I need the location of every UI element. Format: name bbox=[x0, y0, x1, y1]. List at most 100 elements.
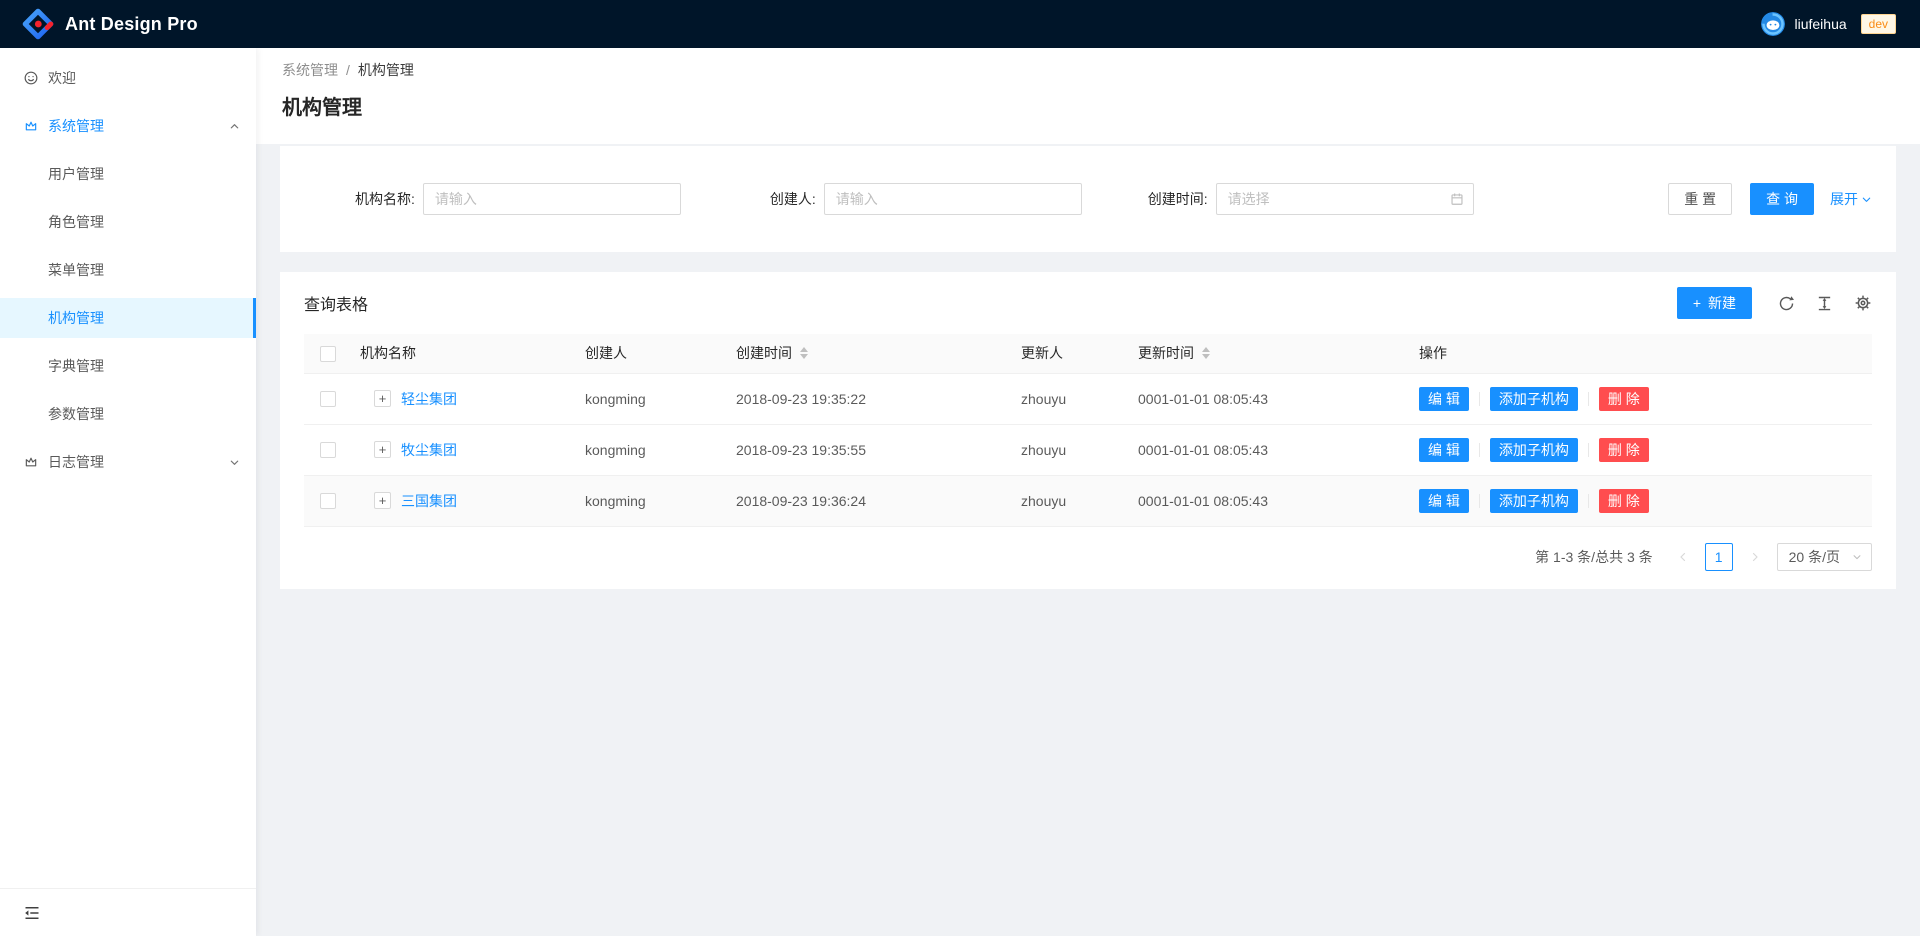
reload-icon[interactable] bbox=[1778, 295, 1795, 312]
sidebar-item-role-mgmt[interactable]: 角色管理 bbox=[0, 202, 256, 242]
sidebar-item-param-mgmt[interactable]: 参数管理 bbox=[0, 394, 256, 434]
reset-button[interactable]: 重 置 bbox=[1668, 183, 1732, 215]
sidebar-item-label: 角色管理 bbox=[48, 212, 104, 232]
pagination: 第 1-3 条/总共 3 条 1 20 条/页 bbox=[280, 527, 1896, 589]
org-name-link[interactable]: 牧尘集团 bbox=[401, 440, 457, 460]
search-button[interactable]: 查 询 bbox=[1750, 183, 1814, 215]
creator-input[interactable] bbox=[824, 183, 1082, 215]
page-size-label: 20 条/页 bbox=[1789, 547, 1840, 567]
org-name-link[interactable]: 三国集团 bbox=[401, 491, 457, 511]
edit-button[interactable]: 编 辑 bbox=[1419, 387, 1469, 411]
new-button-label: 新建 bbox=[1708, 293, 1736, 313]
column-header-creator: 创建人 bbox=[577, 334, 728, 373]
logo-area[interactable]: Ant Design Pro bbox=[22, 8, 198, 40]
org-name-cell: + 三国集团 bbox=[352, 475, 577, 526]
org-name-cell: + 牧尘集团 bbox=[352, 424, 577, 475]
row-checkbox[interactable] bbox=[320, 442, 336, 458]
user-menu[interactable]: liufeihua dev bbox=[1761, 12, 1896, 36]
next-page-icon[interactable] bbox=[1741, 543, 1769, 571]
table-row: + 三国集团 kongming 2018-09-23 19:36:24 zhou… bbox=[304, 475, 1872, 526]
breadcrumb-item-system[interactable]: 系统管理 bbox=[282, 60, 338, 80]
menu-fold-icon[interactable] bbox=[24, 905, 40, 921]
updater-cell: zhouyu bbox=[1013, 424, 1130, 475]
sidebar-item-org-mgmt[interactable]: 机构管理 bbox=[0, 298, 256, 338]
sidebar-item-label: 欢迎 bbox=[48, 68, 76, 88]
sorter-icon[interactable] bbox=[800, 347, 808, 359]
table-card-title: 查询表格 bbox=[304, 291, 368, 315]
row-checkbox[interactable] bbox=[320, 493, 336, 509]
expand-row-icon[interactable]: + bbox=[374, 441, 391, 458]
creator-cell: kongming bbox=[577, 475, 728, 526]
vertical-divider bbox=[1479, 392, 1480, 406]
vertical-divider bbox=[1588, 392, 1589, 406]
edit-button[interactable]: 编 辑 bbox=[1419, 438, 1469, 462]
sidebar-item-label: 机构管理 bbox=[48, 308, 104, 328]
actions-cell: 编 辑 添加子机构 删 除 bbox=[1419, 424, 1872, 475]
expand-row-icon[interactable]: + bbox=[374, 492, 391, 509]
add-child-org-button[interactable]: 添加子机构 bbox=[1490, 489, 1578, 513]
setting-icon[interactable] bbox=[1854, 294, 1872, 312]
sidebar-item-label: 用户管理 bbox=[48, 164, 104, 184]
sidebar-item-label: 日志管理 bbox=[48, 452, 104, 472]
chevron-down-icon bbox=[229, 457, 240, 468]
create-time-cell: 2018-09-23 19:35:55 bbox=[728, 424, 1013, 475]
row-checkbox[interactable] bbox=[320, 391, 336, 407]
username[interactable]: liufeihua bbox=[1794, 16, 1846, 32]
sidebar: 欢迎 系统管理 用户管理 角色管理 菜单管理 bbox=[0, 48, 256, 936]
create-time-datepicker[interactable] bbox=[1216, 183, 1474, 215]
table-card: 查询表格 + 新建 bbox=[280, 272, 1896, 589]
vertical-divider bbox=[1588, 494, 1589, 508]
org-name-cell: + 轻尘集团 bbox=[352, 373, 577, 424]
sidebar-item-log-mgmt[interactable]: 日志管理 bbox=[0, 442, 256, 482]
filter-field-creator: 创建人: bbox=[770, 183, 1082, 215]
chevron-down-icon bbox=[1852, 552, 1862, 562]
new-button[interactable]: + 新建 bbox=[1677, 287, 1752, 319]
crown-icon bbox=[24, 455, 38, 469]
sidebar-item-label: 字典管理 bbox=[48, 356, 104, 376]
create-time-input[interactable] bbox=[1216, 183, 1474, 215]
edit-button[interactable]: 编 辑 bbox=[1419, 489, 1469, 513]
add-child-org-button[interactable]: 添加子机构 bbox=[1490, 438, 1578, 462]
sidebar-item-dict-mgmt[interactable]: 字典管理 bbox=[0, 346, 256, 386]
delete-button[interactable]: 删 除 bbox=[1599, 387, 1649, 411]
toolbar-actions: + 新建 bbox=[1677, 287, 1872, 319]
add-child-org-button[interactable]: 添加子机构 bbox=[1490, 387, 1578, 411]
filter-card: 机构名称: 创建人: 创建时间: bbox=[280, 146, 1896, 252]
table-row: + 轻尘集团 kongming 2018-09-23 19:35:22 zhou… bbox=[304, 373, 1872, 424]
column-header-create-time[interactable]: 创建时间 bbox=[728, 334, 1013, 373]
vertical-divider bbox=[1479, 443, 1480, 457]
delete-button[interactable]: 删 除 bbox=[1599, 489, 1649, 513]
avatar[interactable] bbox=[1761, 12, 1785, 36]
column-header-actions: 操作 bbox=[1419, 334, 1872, 373]
delete-button[interactable]: 删 除 bbox=[1599, 438, 1649, 462]
table-header-row: 机构名称 创建人 创建时间 更新人 更新时间 操作 bbox=[304, 334, 1872, 373]
breadcrumb-separator: / bbox=[346, 60, 350, 80]
column-header-update-time[interactable]: 更新时间 bbox=[1130, 334, 1419, 373]
select-all-checkbox[interactable] bbox=[320, 346, 336, 362]
chevron-up-icon bbox=[229, 121, 240, 132]
update-time-cell: 0001-01-01 08:05:43 bbox=[1130, 373, 1419, 424]
app-logo-icon bbox=[22, 8, 54, 40]
creator-cell: kongming bbox=[577, 424, 728, 475]
page-size-select[interactable]: 20 条/页 bbox=[1777, 543, 1872, 571]
page-number-1[interactable]: 1 bbox=[1705, 543, 1733, 571]
sorter-icon[interactable] bbox=[1202, 347, 1210, 359]
org-name-label: 机构名称: bbox=[355, 189, 415, 209]
create-time-label: 创建时间: bbox=[1148, 189, 1208, 209]
env-tag: dev bbox=[1861, 14, 1896, 34]
expand-row-icon[interactable]: + bbox=[374, 390, 391, 407]
expand-filters-link[interactable]: 展开 bbox=[1830, 189, 1872, 209]
sidebar-footer bbox=[0, 888, 256, 936]
prev-page-icon[interactable] bbox=[1669, 543, 1697, 571]
org-name-input[interactable] bbox=[423, 183, 681, 215]
sidebar-item-menu-mgmt[interactable]: 菜单管理 bbox=[0, 250, 256, 290]
expand-filters-label: 展开 bbox=[1830, 189, 1858, 209]
sidebar-item-label: 系统管理 bbox=[48, 116, 104, 136]
sidebar-item-label: 参数管理 bbox=[48, 404, 104, 424]
column-height-icon[interactable] bbox=[1816, 295, 1833, 312]
org-name-link[interactable]: 轻尘集团 bbox=[401, 389, 457, 409]
sidebar-item-welcome[interactable]: 欢迎 bbox=[0, 58, 256, 98]
org-table: 机构名称 创建人 创建时间 更新人 更新时间 操作 bbox=[304, 334, 1872, 527]
sidebar-item-user-mgmt[interactable]: 用户管理 bbox=[0, 154, 256, 194]
sidebar-item-system[interactable]: 系统管理 bbox=[0, 106, 256, 146]
